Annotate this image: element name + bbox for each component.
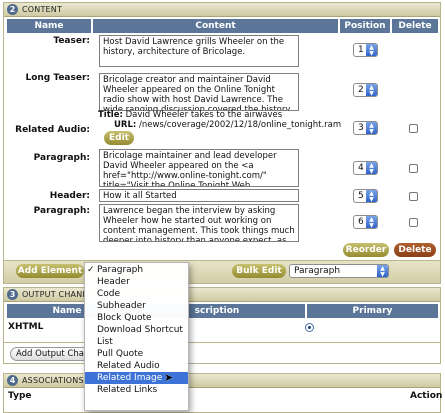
output-panel-header: 3 OUTPUT CHANN xyxy=(4,288,440,302)
output-channels-panel: 3 OUTPUT CHANN Name scription Primary XH… xyxy=(3,287,441,364)
output-divider xyxy=(4,342,440,343)
content-panel-header: 2 CONTENT xyxy=(4,3,440,17)
menu-item-related-image[interactable]: Related Image ➤ xyxy=(85,372,188,384)
menu-item-code[interactable]: Code xyxy=(85,288,188,300)
column-header-primary[interactable]: Primary xyxy=(307,304,438,318)
delete-checkbox-3[interactable] xyxy=(409,124,418,133)
add-element-dropdown-menu: ✓ Paragraph Header Code Subheader Block Q… xyxy=(84,262,189,411)
field-label: Paragraph: xyxy=(33,206,90,216)
header-input[interactable]: How it all Started xyxy=(99,189,299,202)
column-header-name[interactable]: Name xyxy=(7,19,91,33)
paragraph-textarea-1[interactable]: Bricolage maintainer and lead developer … xyxy=(99,149,299,187)
edit-button[interactable]: Edit xyxy=(104,131,134,145)
add-element-button[interactable]: Add Element xyxy=(16,264,84,278)
delete-button[interactable]: Delete xyxy=(394,243,436,257)
field-label: Header: xyxy=(49,191,90,201)
add-output-channel-button[interactable]: Add Output Chan xyxy=(10,347,96,361)
related-audio-title: Title: David Wheeler takes to the airwav… xyxy=(98,110,283,120)
related-audio-url: URL: /news/coverage/2002/12/18/online_to… xyxy=(114,120,342,130)
updown-arrows-icon: ▲ ▼ xyxy=(366,122,377,135)
position-select-5[interactable]: 5 ▲ ▼ xyxy=(353,189,378,203)
column-header-delete[interactable]: Delete xyxy=(392,19,438,33)
updown-arrows-icon: ▲ ▼ xyxy=(366,162,377,175)
checkmark-icon: ✓ xyxy=(87,265,95,275)
bulk-edit-button[interactable]: Bulk Edit xyxy=(232,264,286,278)
paragraph-textarea-2[interactable]: Lawrence began the interview by asking W… xyxy=(99,204,299,242)
menu-item-header[interactable]: Header xyxy=(85,276,188,288)
panel-title: ASSOCIATIONS xyxy=(22,376,84,385)
column-header-type[interactable]: Type xyxy=(8,391,31,401)
position-select-3[interactable]: 3 ▲ ▼ xyxy=(353,121,378,135)
updown-arrows-icon: ▲ ▼ xyxy=(366,216,377,229)
field-label: Teaser: xyxy=(53,36,90,46)
panel-number-badge: 4 xyxy=(7,375,18,386)
panel-number-badge: 2 xyxy=(7,4,18,15)
menu-item-download-shortcut[interactable]: Download Shortcut xyxy=(85,324,188,336)
menu-item-related-links[interactable]: Related Links xyxy=(85,384,188,396)
updown-arrows-icon: ▲ ▼ xyxy=(366,190,377,203)
delete-checkbox-6[interactable] xyxy=(409,218,418,227)
position-select-1[interactable]: 1 ▲ ▼ xyxy=(353,43,378,57)
content-panel: 2 CONTENT Name Content Position Delete T… xyxy=(3,2,441,284)
associations-panel: 4 ASSOCIATIONS Type Action xyxy=(3,373,442,413)
reorder-button[interactable]: Reorder xyxy=(343,243,389,257)
menu-item-block-quote[interactable]: Block Quote xyxy=(85,312,188,324)
primary-radio[interactable] xyxy=(305,323,314,332)
menu-item-list[interactable]: List xyxy=(85,336,188,348)
panel-title: OUTPUT CHANN xyxy=(22,290,89,299)
field-label: Paragraph: xyxy=(33,153,90,163)
column-header-content[interactable]: Content xyxy=(93,19,338,33)
assoc-panel-header: 4 ASSOCIATIONS xyxy=(4,374,440,388)
field-label: Long Teaser: xyxy=(25,73,90,83)
panel-title: CONTENT xyxy=(22,5,63,14)
menu-item-pull-quote[interactable]: Pull Quote xyxy=(85,348,188,360)
menu-item-paragraph[interactable]: ✓ Paragraph xyxy=(85,264,188,276)
position-select-6[interactable]: 6 ▲ ▼ xyxy=(353,215,378,229)
delete-checkbox-4[interactable] xyxy=(409,164,418,173)
teaser-textarea[interactable]: Host David Lawrence grills Wheeler on th… xyxy=(99,35,299,67)
position-select-4[interactable]: 4 ▲ ▼ xyxy=(353,161,378,175)
column-header-action[interactable]: Action xyxy=(410,391,442,401)
long-teaser-textarea[interactable]: Bricolage creator and maintainer David W… xyxy=(99,73,299,111)
panel-number-badge: 3 xyxy=(7,289,18,300)
delete-checkbox-5[interactable] xyxy=(409,192,418,201)
mouse-cursor-icon: ➤ xyxy=(164,371,174,384)
output-channel-name: XHTML xyxy=(8,322,44,332)
bulk-edit-select[interactable]: Paragraph ▲ ▼ xyxy=(289,264,389,278)
column-header-position[interactable]: Position xyxy=(340,19,390,33)
position-select-2[interactable]: 2 ▲ ▼ xyxy=(353,83,378,97)
updown-arrows-icon: ▲ ▼ xyxy=(366,84,377,97)
updown-arrows-icon: ▲ ▼ xyxy=(366,44,377,57)
field-label: Related Audio: xyxy=(15,125,90,135)
updown-arrows-icon: ▲ ▼ xyxy=(377,265,388,278)
menu-item-subheader[interactable]: Subheader xyxy=(85,300,188,312)
